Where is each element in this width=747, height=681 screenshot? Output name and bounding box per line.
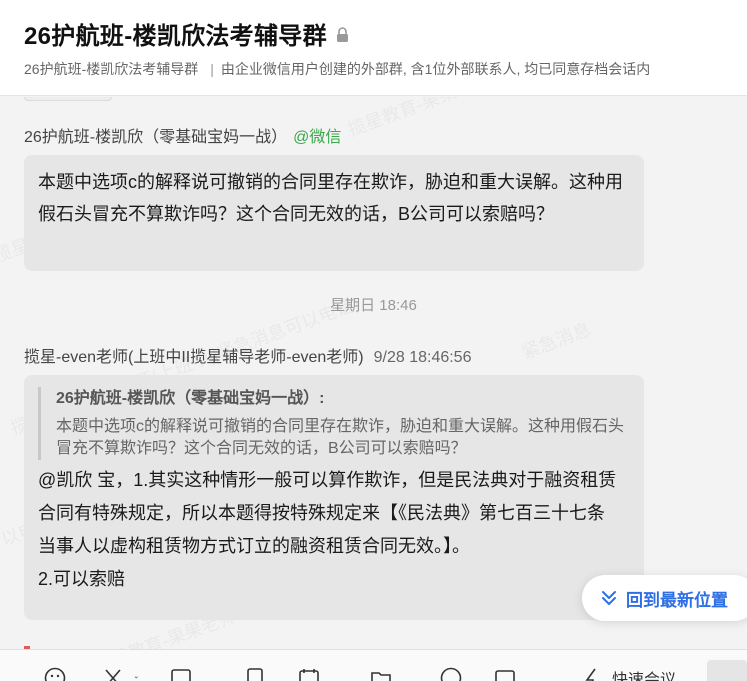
quoted-sender: 26护航班-楼凯欣（零基础宝妈一战）: <box>56 390 325 407</box>
jump-to-latest-button[interactable]: 回到最新位置 <box>582 575 747 621</box>
wechat-tag: @微信 <box>293 129 342 146</box>
timestamp-divider: 星期日 18:46 <box>330 297 417 314</box>
lightning-icon <box>585 668 596 681</box>
previous-message-edge <box>24 97 112 101</box>
scissors-icon[interactable] <box>102 667 124 681</box>
message-time: 9/28 18:46:56 <box>373 349 472 366</box>
message-list[interactable]: 揽星教育-果果 揽星教育-果果老师 揽星教育-果果老师(上班中||紧急消息可以电… <box>0 97 747 649</box>
document-icon[interactable] <box>244 667 266 681</box>
message-text: @凯欣 宝，1.其实这种情形一般可以算作欺诈，但是民法典对于融资租赁合同有特殊规… <box>38 470 623 556</box>
quick-meeting-label: 快速会议 <box>612 672 677 681</box>
lock-icon <box>336 26 349 43</box>
watermark: 揽星教育-果果 <box>344 97 460 142</box>
chevron-down-icon[interactable] <box>134 667 144 681</box>
sender-name[interactable]: 揽星-even老师(上班中II揽星辅导老师-even老师) <box>24 349 364 366</box>
image-icon[interactable] <box>170 667 192 681</box>
quoted-message[interactable]: 26护航班-楼凯欣（零基础宝妈一战）: 本题中选项c的解释说可撤销的合同里存在欺… <box>38 387 630 460</box>
subtitle-description: 由企业微信用户创建的外部群, 含1位外部联系人, 均已同意存档会话内 <box>220 61 651 77</box>
group-subtitle: 26护航班-楼凯欣法考辅导群 | 由企业微信用户创建的外部群, 含1位外部联系人, … <box>24 59 650 79</box>
message-text: 2.可以索赔 <box>38 569 126 589</box>
chevrons-down-icon <box>602 591 616 605</box>
message-bubble[interactable]: 26护航班-楼凯欣（零基础宝妈一战）: 本题中选项c的解释说可撤销的合同里存在欺… <box>24 375 644 620</box>
title-row: 26护航班-楼凯欣法考辅导群 <box>24 16 349 51</box>
message-text: 本题中选项c的解释说可撤销的合同里存在欺诈，胁迫和重大误解。这种用假石头冒充不算… <box>38 172 623 224</box>
message-sender: 揽星-even老师(上班中II揽星辅导老师-even老师) 9/28 18:46:… <box>24 343 471 367</box>
folder-icon[interactable] <box>370 667 392 681</box>
subtitle-group-name: 26护航班-楼凯欣法考辅导群 <box>24 61 199 77</box>
watermark: 紧急消息 <box>518 315 595 364</box>
quoted-text: 本题中选项c的解释说可撤销的合同里存在欺诈，胁迫和重大误解。这种用假石头冒充不算… <box>56 418 625 457</box>
sender-name[interactable]: 26护航班-楼凯欣（零基础宝妈一战） <box>24 129 287 146</box>
quick-meeting-button[interactable]: 快速会议 <box>584 666 676 681</box>
chat-header: 26护航班-楼凯欣法考辅导群 26护航班-楼凯欣法考辅导群 | 由企业微信用户创建的… <box>0 0 747 96</box>
jump-to-latest-label: 回到最新位置 <box>626 590 728 610</box>
more-icon[interactable] <box>440 667 462 681</box>
input-toolbar: 快速会议 <box>0 649 747 681</box>
subtitle-separator: | <box>210 61 214 77</box>
message-bubble[interactable]: 本题中选项c的解释说可撤销的合同里存在欺诈，胁迫和重大误解。这种用假石头冒充不算… <box>24 155 644 271</box>
screen-share-icon[interactable] <box>494 667 516 681</box>
calendar-icon[interactable] <box>298 667 320 681</box>
message-sender: 26护航班-楼凯欣（零基础宝妈一战） @微信 <box>24 123 341 147</box>
group-title: 26护航班-楼凯欣法考辅导群 <box>24 23 327 50</box>
side-panel-toggle[interactable] <box>707 660 747 681</box>
emoji-icon[interactable] <box>44 667 66 681</box>
